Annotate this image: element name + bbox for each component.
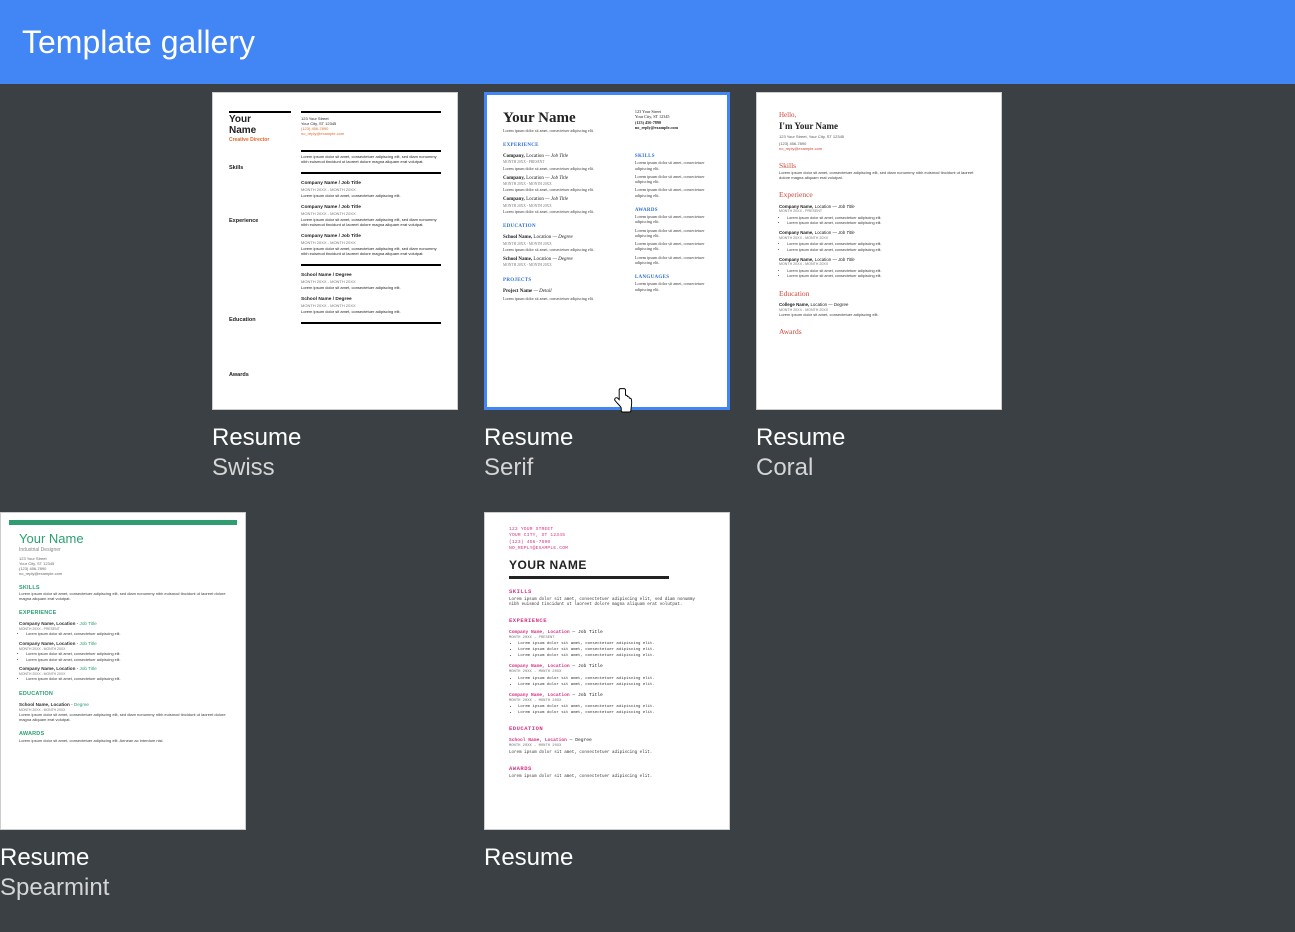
template-thumb-serif[interactable]: Your Name Lorem ipsum dolor sit amet, co…	[484, 92, 730, 410]
preview-serif: Your Name Lorem ipsum dolor sit amet, co…	[487, 95, 727, 407]
card-subtitle: Spearmint	[0, 874, 272, 902]
card-title: Resume	[756, 424, 1028, 452]
card-subtitle: Coral	[756, 454, 1028, 482]
swiss-name-1: Your	[229, 115, 291, 126]
card-title: Resume	[0, 844, 272, 872]
template-card-spearmint: Your Name Industrial Designer 123 Your S…	[0, 512, 272, 932]
card-subtitle: Swiss	[212, 454, 484, 482]
template-thumb-swiss[interactable]: Your Name Creative Director Skills Exper…	[212, 92, 458, 410]
template-card-serif: Your Name Lorem ipsum dolor sit amet, co…	[484, 92, 756, 512]
template-thumb-modern[interactable]: 123 YOUR STREET YOUR CITY, ST 12345 (123…	[484, 512, 730, 830]
template-thumb-coral[interactable]: Hello, I'm Your Name 123 Your Street, Yo…	[756, 92, 1002, 410]
swiss-role: Creative Director	[229, 137, 291, 143]
template-thumb-spearmint[interactable]: Your Name Industrial Designer 123 Your S…	[0, 512, 246, 830]
preview-spearmint: Your Name Industrial Designer 123 Your S…	[1, 520, 245, 830]
template-card-swiss: Your Name Creative Director Skills Exper…	[212, 92, 484, 512]
card-title: Resume	[484, 844, 756, 872]
header-bar: Template gallery	[0, 0, 1295, 84]
serif-name: Your Name	[503, 109, 621, 128]
card-title: Resume	[484, 424, 756, 452]
card-title: Resume	[212, 424, 484, 452]
swiss-name-2: Name	[229, 126, 291, 137]
template-card-coral: Hello, I'm Your Name 123 Your Street, Yo…	[756, 92, 1028, 512]
preview-swiss: Your Name Creative Director Skills Exper…	[213, 93, 457, 409]
card-subtitle: Serif	[484, 454, 756, 482]
preview-coral: Hello, I'm Your Name 123 Your Street, Yo…	[757, 93, 1001, 409]
page-title: Template gallery	[22, 24, 255, 61]
template-card-modern: 123 YOUR STREET YOUR CITY, ST 12345 (123…	[484, 512, 756, 932]
preview-modern: 123 YOUR STREET YOUR CITY, ST 12345 (123…	[485, 513, 729, 829]
template-gallery: Your Name Creative Director Skills Exper…	[0, 84, 1295, 932]
